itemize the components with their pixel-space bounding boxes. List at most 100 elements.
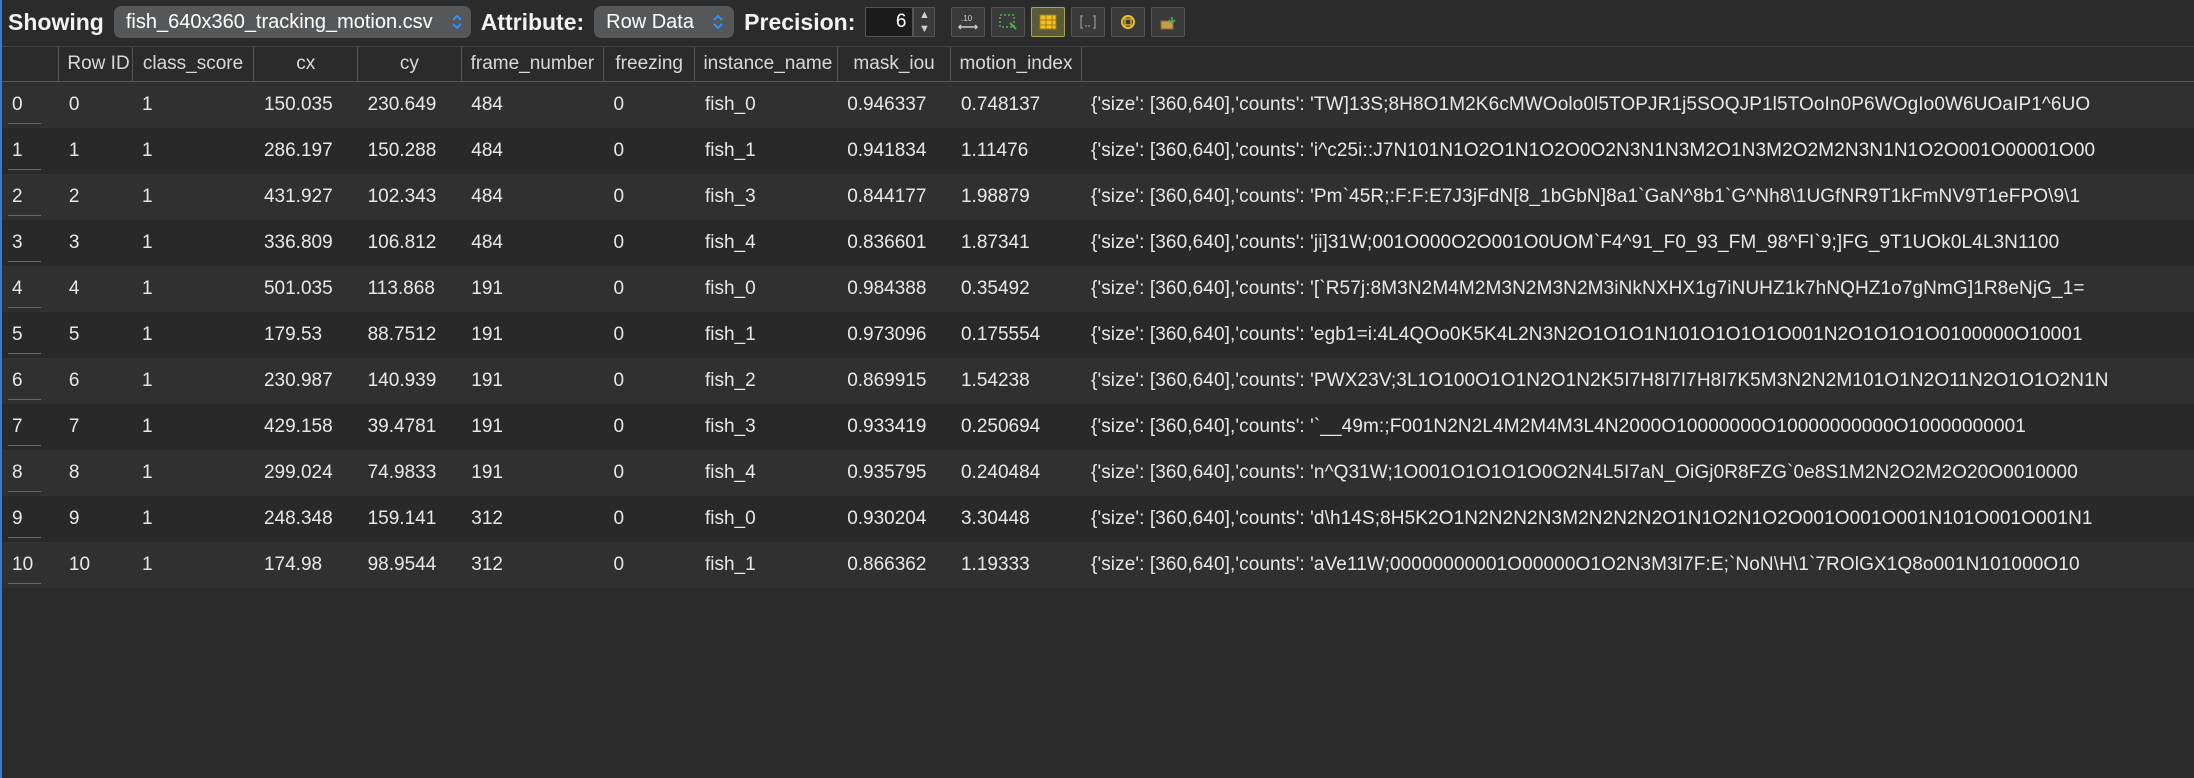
- cell-rle[interactable]: {'size': [360,640],'counts': '[`R57j:8M3…: [1081, 266, 2194, 312]
- cell-instance-name[interactable]: fish_1: [695, 128, 837, 174]
- cell-cx[interactable]: 299.024: [254, 450, 358, 496]
- cell-freezing[interactable]: 0: [604, 450, 695, 496]
- cell-mask-iou[interactable]: 0.935795: [837, 450, 951, 496]
- cell-freezing[interactable]: 0: [604, 542, 695, 588]
- cell-cx[interactable]: 501.035: [254, 266, 358, 312]
- col-motion-index[interactable]: motion_index: [951, 47, 1081, 82]
- column-width-button[interactable]: .10: [951, 7, 985, 37]
- cell-instance-name[interactable]: fish_0: [695, 82, 837, 129]
- stepper-down-icon[interactable]: ▼: [914, 22, 934, 36]
- cell-frame-number[interactable]: 484: [461, 128, 603, 174]
- cell-class-score[interactable]: 1: [132, 128, 254, 174]
- cell-instance-name[interactable]: fish_3: [695, 404, 837, 450]
- cell-motion-index[interactable]: 1.54238: [951, 358, 1081, 404]
- cell-cy[interactable]: 102.343: [358, 174, 462, 220]
- cell-cy[interactable]: 98.9544: [358, 542, 462, 588]
- col-cx[interactable]: cx: [254, 47, 358, 82]
- col-mask-iou[interactable]: mask_iou: [837, 47, 951, 82]
- cell-cx[interactable]: 150.035: [254, 82, 358, 129]
- cell-class-score[interactable]: 1: [132, 450, 254, 496]
- cell-index[interactable]: 0: [2, 82, 59, 129]
- cell-rle[interactable]: {'size': [360,640],'counts': 'aVe11W;000…: [1081, 542, 2194, 588]
- cell-instance-name[interactable]: fish_0: [695, 496, 837, 542]
- cell-frame-number[interactable]: 191: [461, 312, 603, 358]
- cell-motion-index[interactable]: 0.175554: [951, 312, 1081, 358]
- cell-index[interactable]: 1: [2, 128, 59, 174]
- cell-row-id[interactable]: 8: [59, 450, 132, 496]
- table-row[interactable]: 881299.02474.98331910fish_40.9357950.240…: [2, 450, 2194, 496]
- brackets-button[interactable]: [1071, 7, 1105, 37]
- table-row[interactable]: 331336.809106.8124840fish_40.8366011.873…: [2, 220, 2194, 266]
- cell-cx[interactable]: 248.348: [254, 496, 358, 542]
- cell-cx[interactable]: 431.927: [254, 174, 358, 220]
- cell-cy[interactable]: 39.4781: [358, 404, 462, 450]
- cell-rle[interactable]: {'size': [360,640],'counts': 'TW]13S;8H8…: [1081, 82, 2194, 129]
- cell-freezing[interactable]: 0: [604, 358, 695, 404]
- cell-index[interactable]: 4: [2, 266, 59, 312]
- cell-rle[interactable]: {'size': [360,640],'counts': '`__49m:;F0…: [1081, 404, 2194, 450]
- cell-class-score[interactable]: 1: [132, 404, 254, 450]
- cell-motion-index[interactable]: 0.748137: [951, 82, 1081, 129]
- cell-index[interactable]: 8: [2, 450, 59, 496]
- cell-row-id[interactable]: 3: [59, 220, 132, 266]
- cell-index[interactable]: 6: [2, 358, 59, 404]
- cell-class-score[interactable]: 1: [132, 266, 254, 312]
- cell-row-id[interactable]: 4: [59, 266, 132, 312]
- cell-cx[interactable]: 286.197: [254, 128, 358, 174]
- cell-cx[interactable]: 429.158: [254, 404, 358, 450]
- cell-row-id[interactable]: 9: [59, 496, 132, 542]
- cell-cy[interactable]: 230.649: [358, 82, 462, 129]
- cell-mask-iou[interactable]: 0.930204: [837, 496, 951, 542]
- selection-button[interactable]: [991, 7, 1025, 37]
- cell-freezing[interactable]: 0: [604, 174, 695, 220]
- cell-cy[interactable]: 150.288: [358, 128, 462, 174]
- cell-frame-number[interactable]: 191: [461, 266, 603, 312]
- cell-motion-index[interactable]: 1.19333: [951, 542, 1081, 588]
- table-row[interactable]: 991248.348159.1413120fish_00.9302043.304…: [2, 496, 2194, 542]
- cell-rle[interactable]: {'size': [360,640],'counts': 'egb1=i:4L4…: [1081, 312, 2194, 358]
- cell-instance-name[interactable]: fish_2: [695, 358, 837, 404]
- cell-mask-iou[interactable]: 0.941834: [837, 128, 951, 174]
- cell-frame-number[interactable]: 191: [461, 404, 603, 450]
- col-freezing[interactable]: freezing: [604, 47, 695, 82]
- cell-class-score[interactable]: 1: [132, 174, 254, 220]
- cell-index[interactable]: 5: [2, 312, 59, 358]
- col-row-id[interactable]: Row ID: [59, 47, 132, 82]
- cell-mask-iou[interactable]: 0.869915: [837, 358, 951, 404]
- cell-cy[interactable]: 159.141: [358, 496, 462, 542]
- cell-mask-iou[interactable]: 0.973096: [837, 312, 951, 358]
- table-row[interactable]: 221431.927102.3434840fish_30.8441771.988…: [2, 174, 2194, 220]
- col-index[interactable]: [2, 47, 59, 82]
- cell-index[interactable]: 7: [2, 404, 59, 450]
- cell-motion-index[interactable]: 0.240484: [951, 450, 1081, 496]
- cell-class-score[interactable]: 1: [132, 496, 254, 542]
- cell-class-score[interactable]: 1: [132, 358, 254, 404]
- cell-index[interactable]: 3: [2, 220, 59, 266]
- cell-cx[interactable]: 230.987: [254, 358, 358, 404]
- cell-freezing[interactable]: 0: [604, 312, 695, 358]
- cell-frame-number[interactable]: 484: [461, 220, 603, 266]
- cell-freezing[interactable]: 0: [604, 220, 695, 266]
- cell-index[interactable]: 9: [2, 496, 59, 542]
- cell-rle[interactable]: {'size': [360,640],'counts': 'd\h14S;8H5…: [1081, 496, 2194, 542]
- cell-index[interactable]: 10: [2, 542, 59, 588]
- cell-motion-index[interactable]: 1.87341: [951, 220, 1081, 266]
- file-select[interactable]: fish_640x360_tracking_motion.csv: [114, 6, 471, 38]
- cell-motion-index[interactable]: 0.35492: [951, 266, 1081, 312]
- col-frame-number[interactable]: frame_number: [461, 47, 603, 82]
- cell-class-score[interactable]: 1: [132, 312, 254, 358]
- cell-motion-index[interactable]: 3.30448: [951, 496, 1081, 542]
- cell-frame-number[interactable]: 312: [461, 542, 603, 588]
- cell-row-id[interactable]: 2: [59, 174, 132, 220]
- cell-instance-name[interactable]: fish_4: [695, 220, 837, 266]
- export-button[interactable]: [1151, 7, 1185, 37]
- cell-mask-iou[interactable]: 0.866362: [837, 542, 951, 588]
- col-class-score[interactable]: class_score: [132, 47, 254, 82]
- cell-row-id[interactable]: 10: [59, 542, 132, 588]
- table-row[interactable]: 10101174.9898.95443120fish_10.8663621.19…: [2, 542, 2194, 588]
- cell-motion-index[interactable]: 1.98879: [951, 174, 1081, 220]
- cell-instance-name[interactable]: fish_4: [695, 450, 837, 496]
- attribute-select[interactable]: Row Data: [594, 6, 734, 38]
- cell-cy[interactable]: 106.812: [358, 220, 462, 266]
- cell-freezing[interactable]: 0: [604, 128, 695, 174]
